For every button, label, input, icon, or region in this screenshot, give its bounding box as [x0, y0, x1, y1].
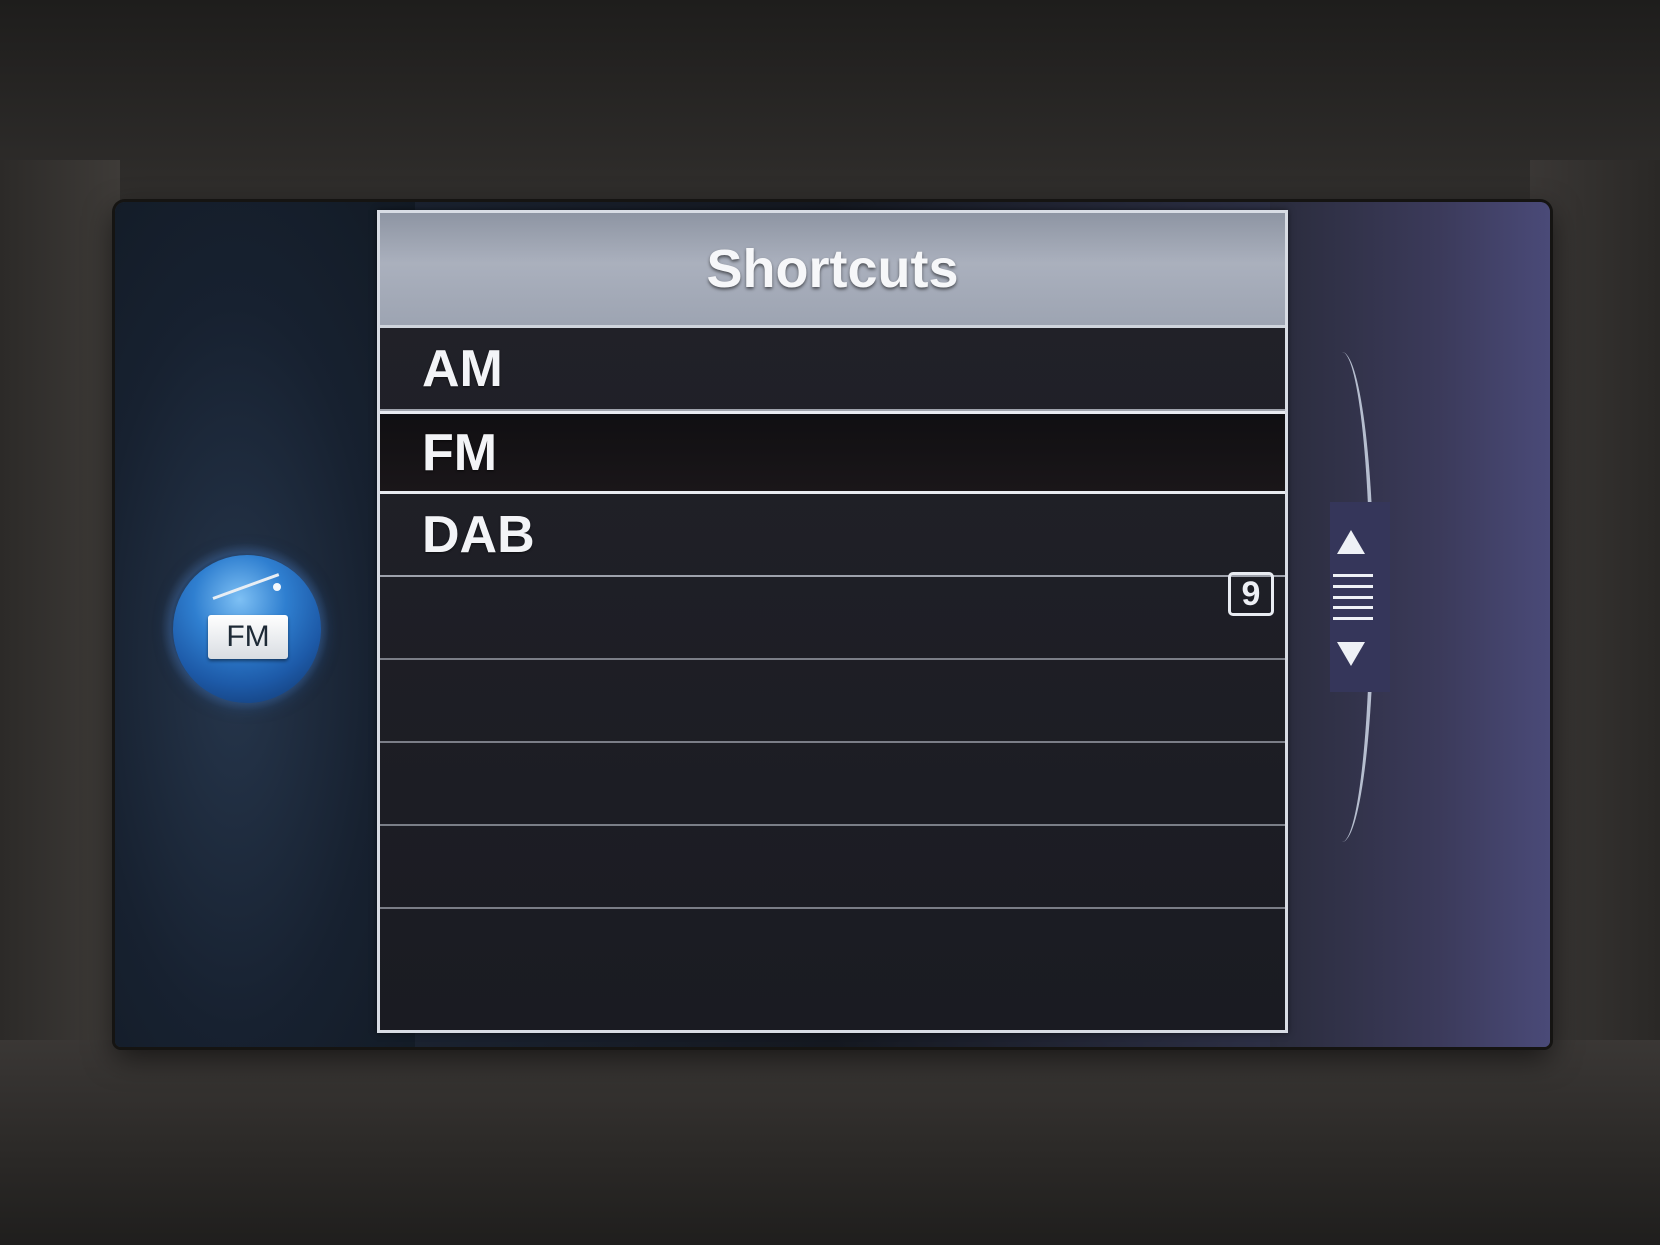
menu-empty-row — [380, 743, 1285, 826]
source-button[interactable]: FM — [173, 555, 321, 703]
infotainment-screen: FM Shortcuts AM FM DAB 9 — [115, 202, 1550, 1047]
menu-item-fm[interactable]: FM — [380, 411, 1285, 494]
dashboard-bezel-bottom — [0, 1040, 1660, 1245]
menu-title: Shortcuts — [706, 239, 959, 299]
scroll-list-icon — [1333, 574, 1373, 620]
menu-empty-row — [380, 826, 1285, 909]
menu-item-dab[interactable]: DAB — [380, 494, 1285, 577]
radio-antenna-tip-icon — [273, 583, 281, 591]
menu-item-label: DAB — [422, 505, 535, 564]
radio-icon: FM — [208, 615, 288, 659]
menu-item-label: FM — [422, 423, 498, 482]
scroll-down-arrow-icon[interactable] — [1337, 642, 1365, 666]
dashboard-bezel-left — [0, 160, 120, 1090]
menu-list: AM FM DAB — [380, 328, 1285, 992]
source-label: FM — [226, 620, 270, 653]
item-count-badge: 9 — [1228, 572, 1274, 616]
dashboard-bezel-top — [0, 0, 1660, 200]
menu-header: Shortcuts — [380, 213, 1285, 328]
menu-item-am[interactable]: AM — [380, 328, 1285, 411]
menu-empty-row — [380, 577, 1285, 660]
shortcuts-menu: Shortcuts AM FM DAB — [377, 210, 1288, 1033]
scroll-up-arrow-icon[interactable] — [1337, 530, 1365, 554]
item-count-value: 9 — [1241, 574, 1261, 613]
menu-item-label: AM — [422, 339, 503, 398]
menu-empty-row — [380, 660, 1285, 743]
radio-antenna-icon — [212, 573, 280, 600]
menu-empty-row — [380, 909, 1285, 992]
